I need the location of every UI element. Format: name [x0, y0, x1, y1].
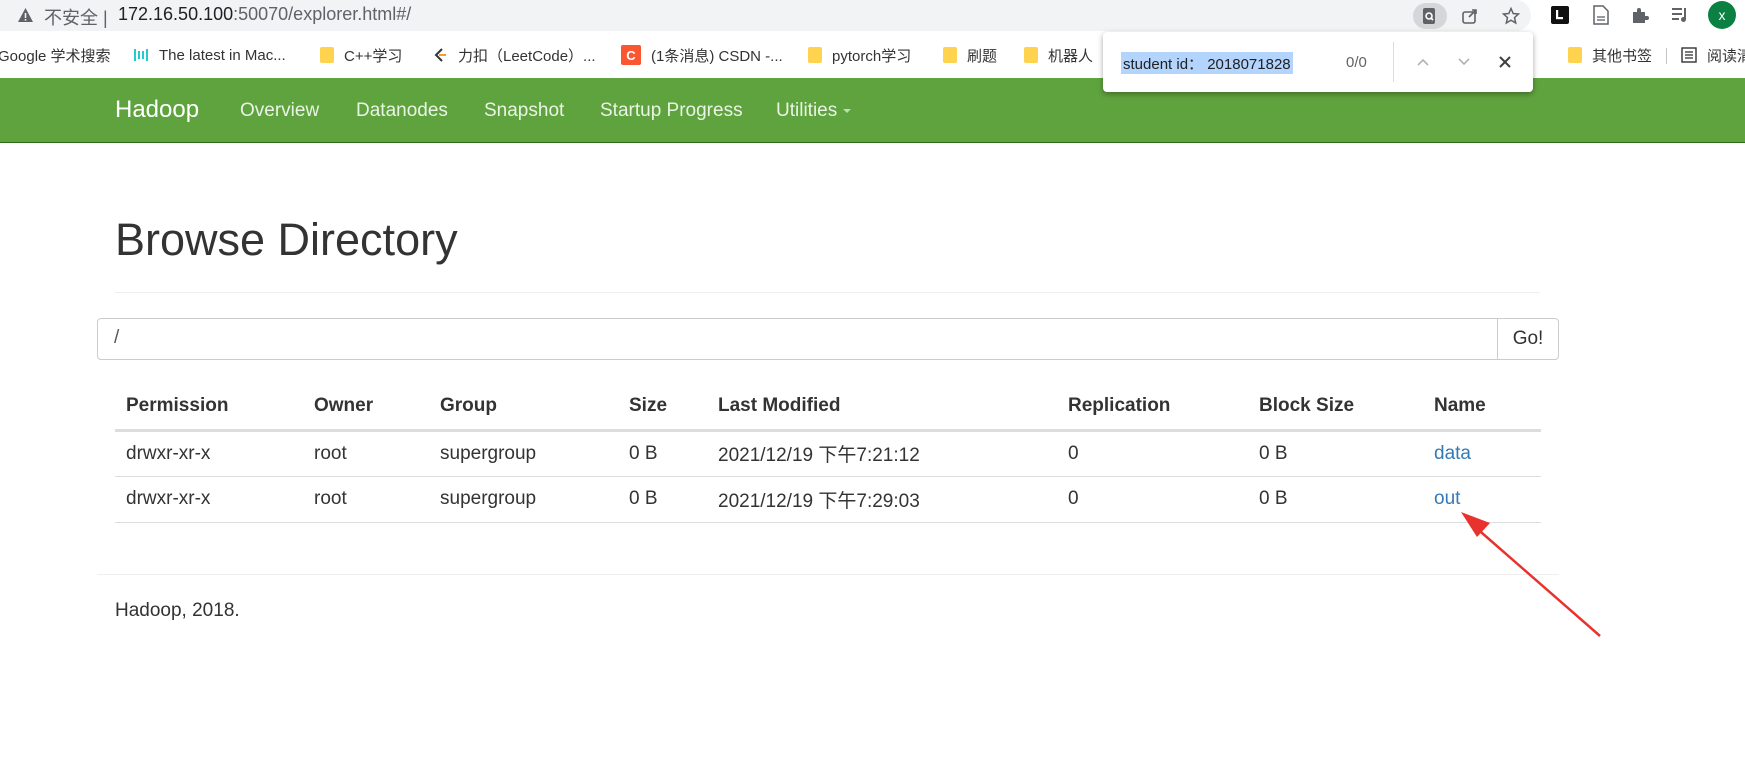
- close-icon: [1499, 56, 1511, 68]
- column-header-block-size[interactable]: Block Size: [1248, 384, 1423, 432]
- nav-datanodes[interactable]: Datanodes: [356, 100, 448, 122]
- find-bar: student id： 2018071828 0/0: [1103, 32, 1533, 92]
- cell-name: data: [1423, 430, 1541, 477]
- directory-link-data[interactable]: data: [1434, 443, 1471, 464]
- column-header-size[interactable]: Size: [618, 384, 707, 432]
- browser-toolbar: 不安全 | 172.16.50.100:50070/explorer.html#…: [0, 0, 1745, 32]
- footer-text: Hadoop, 2018.: [115, 600, 240, 621]
- cell-group: supergroup: [429, 476, 618, 523]
- folder-icon: [808, 47, 822, 63]
- path-input[interactable]: /: [97, 318, 1498, 360]
- cell-size: 0 B: [618, 430, 707, 477]
- table-header-row: Permission Owner Group Size Last Modifie…: [115, 384, 1541, 432]
- column-header-owner[interactable]: Owner: [303, 384, 429, 432]
- folder-icon: [943, 47, 957, 63]
- brand-link[interactable]: Hadoop: [115, 96, 199, 124]
- document-extension-icon[interactable]: [1590, 4, 1612, 26]
- bookmark-robot[interactable]: 机器人: [1024, 44, 1093, 66]
- chevron-up-icon: [1417, 58, 1429, 66]
- warning-icon: [18, 8, 33, 22]
- url-text[interactable]: 172.16.50.100:50070/explorer.html#/: [118, 4, 411, 25]
- find-next-button[interactable]: [1450, 48, 1478, 76]
- nav-utilities[interactable]: Utilities: [776, 100, 852, 122]
- chevron-down-icon: [1458, 58, 1470, 66]
- bookmark-papers[interactable]: The latest in Mac...: [133, 44, 286, 66]
- csdn-icon: C: [621, 45, 641, 65]
- nav-overview[interactable]: Overview: [240, 100, 319, 122]
- bookmark-shuati[interactable]: 刷题: [943, 44, 997, 66]
- folder-icon: [320, 47, 334, 63]
- find-match-count: 0/0: [1346, 54, 1367, 71]
- cell-owner: root: [303, 430, 429, 477]
- cell-owner: root: [303, 476, 429, 523]
- bookmark-leetcode[interactable]: 力扣（LeetCode）...: [432, 44, 596, 66]
- find-input[interactable]: student id： 2018071828: [1121, 52, 1293, 74]
- column-header-group[interactable]: Group: [429, 384, 618, 432]
- find-divider: [1393, 42, 1394, 82]
- bookmark-csdn[interactable]: C (1条消息) CSDN -...: [621, 44, 783, 66]
- cell-name: out: [1423, 476, 1541, 523]
- chevron-down-icon: [843, 108, 852, 113]
- go-button[interactable]: Go!: [1497, 318, 1559, 360]
- column-header-replication[interactable]: Replication: [1057, 384, 1248, 432]
- cell-permission: drwxr-xr-x: [115, 476, 303, 523]
- cell-block-size: 0 B: [1248, 476, 1423, 523]
- cell-group: supergroup: [429, 430, 618, 477]
- bookmark-pytorch[interactable]: pytorch学习: [808, 44, 911, 66]
- reading-list[interactable]: 阅读清: [1681, 44, 1745, 66]
- column-header-name[interactable]: Name: [1423, 384, 1541, 432]
- paperswithcode-icon: [134, 49, 148, 61]
- cell-last-modified: 2021/12/19 下午7:21:12: [707, 430, 1057, 477]
- nav-startup-progress[interactable]: Startup Progress: [600, 100, 743, 122]
- bookmark-google-scholar[interactable]: Google 学术搜索: [0, 44, 111, 66]
- bookmark-divider: [1666, 48, 1667, 64]
- column-header-last-modified[interactable]: Last Modified: [707, 384, 1057, 432]
- directory-link-out[interactable]: out: [1434, 488, 1460, 509]
- reading-list-icon: [1681, 47, 1697, 63]
- security-label[interactable]: 不安全 |: [44, 4, 108, 30]
- table-row: drwxr-xr-x root supergroup 0 B 2021/12/1…: [115, 430, 1541, 477]
- leetcode-icon: [434, 48, 446, 62]
- cell-permission: drwxr-xr-x: [115, 430, 303, 477]
- page-title: Browse Directory: [115, 214, 458, 265]
- nav-snapshot[interactable]: Snapshot: [484, 100, 564, 122]
- footer-divider: [97, 574, 1559, 575]
- find-close-button[interactable]: [1491, 48, 1519, 76]
- address-bar[interactable]: 不安全 | 172.16.50.100:50070/explorer.html#…: [0, 0, 1531, 31]
- path-form: / Go!: [97, 318, 1559, 360]
- bookmark-other[interactable]: 其他书签: [1568, 44, 1652, 66]
- find-previous-button[interactable]: [1409, 48, 1437, 76]
- cell-block-size: 0 B: [1248, 430, 1423, 477]
- find-in-page-icon[interactable]: [1413, 3, 1447, 29]
- bookmark-star-icon[interactable]: [1498, 3, 1524, 29]
- folder-icon: [1024, 47, 1038, 63]
- cell-replication: 0: [1057, 430, 1248, 477]
- cell-size: 0 B: [618, 476, 707, 523]
- bookmark-cpp[interactable]: C++学习: [320, 44, 402, 66]
- title-divider: [115, 292, 1540, 293]
- profile-avatar[interactable]: x: [1708, 1, 1736, 29]
- puzzle-extensions-icon[interactable]: [1629, 4, 1651, 26]
- share-icon[interactable]: [1457, 3, 1483, 29]
- directory-table: Permission Owner Group Size Last Modifie…: [115, 384, 1541, 523]
- cell-last-modified: 2021/12/19 下午7:29:03: [707, 476, 1057, 523]
- cell-replication: 0: [1057, 476, 1248, 523]
- media-control-icon[interactable]: [1669, 4, 1691, 26]
- table-row: drwxr-xr-x root supergroup 0 B 2021/12/1…: [115, 476, 1541, 523]
- extension-u-icon[interactable]: [1549, 4, 1571, 26]
- folder-icon: [1568, 47, 1582, 63]
- column-header-permission[interactable]: Permission: [115, 384, 303, 432]
